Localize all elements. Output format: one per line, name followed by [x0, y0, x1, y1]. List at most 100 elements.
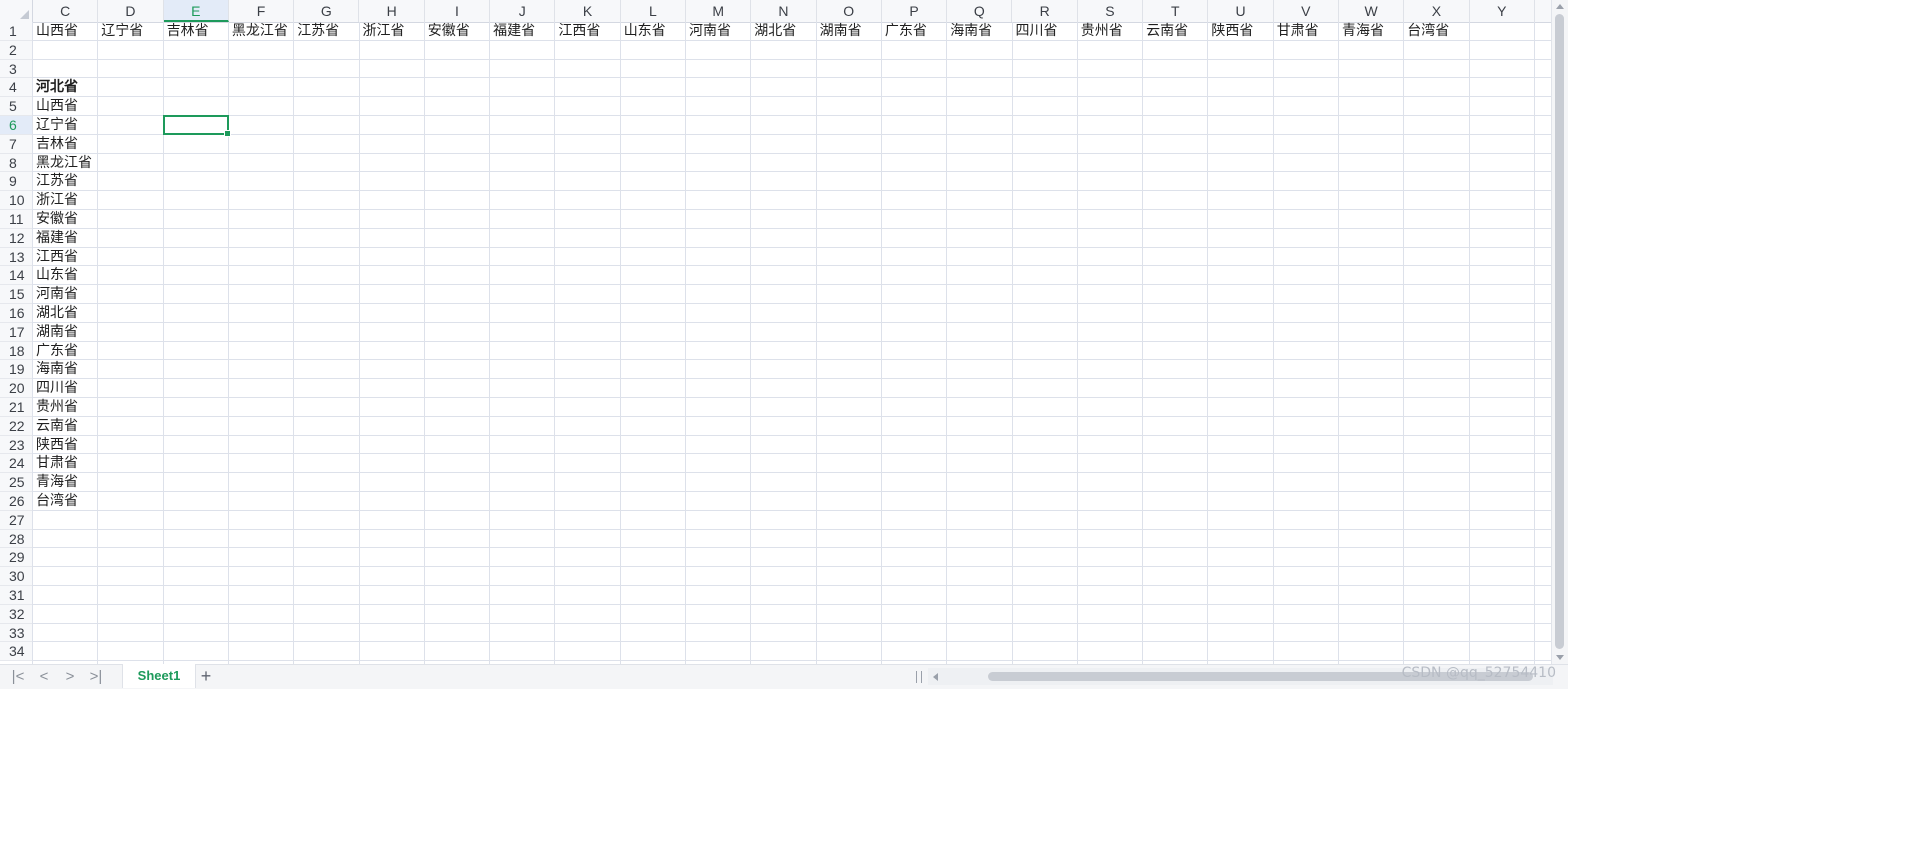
cell-C20[interactable]: 四川省: [33, 379, 78, 398]
row-header-34[interactable]: 34: [0, 642, 33, 662]
select-all-corner[interactable]: [0, 0, 33, 22]
column-header-Y[interactable]: Y: [1470, 0, 1535, 22]
column-header-V[interactable]: V: [1274, 0, 1339, 22]
row-header-2[interactable]: 2: [0, 40, 33, 60]
cell-C7[interactable]: 吉林省: [33, 135, 78, 154]
cell-C18[interactable]: 广东省: [33, 342, 78, 361]
cell-X1[interactable]: 台湾省: [1404, 22, 1449, 41]
column-header-F[interactable]: F: [229, 0, 295, 22]
row-header-7[interactable]: 7: [0, 134, 33, 154]
cell-C26[interactable]: 台湾省: [33, 492, 78, 511]
cell-C16[interactable]: 湖北省: [33, 304, 78, 323]
row-header-33[interactable]: 33: [0, 623, 33, 643]
scroll-left-icon[interactable]: [933, 673, 938, 681]
row-header-3[interactable]: 3: [0, 59, 33, 79]
cell-C21[interactable]: 贵州省: [33, 398, 78, 417]
column-header-D[interactable]: D: [98, 0, 164, 22]
column-header-I[interactable]: I: [425, 0, 491, 22]
sheet-tab-sheet1[interactable]: Sheet1: [122, 664, 196, 688]
row-header-19[interactable]: 19: [0, 360, 33, 380]
row-header-9[interactable]: 9: [0, 172, 33, 192]
cell-C5[interactable]: 山西省: [33, 97, 78, 116]
cell-C15[interactable]: 河南省: [33, 285, 78, 304]
row-header-12[interactable]: 12: [0, 228, 33, 248]
row-header-32[interactable]: 32: [0, 604, 33, 624]
column-header-W[interactable]: W: [1339, 0, 1405, 22]
row-header-31[interactable]: 31: [0, 586, 33, 605]
row-header-26[interactable]: 26: [0, 492, 33, 511]
cell-C23[interactable]: 陕西省: [33, 436, 78, 455]
cell-R1[interactable]: 四川省: [1013, 22, 1058, 41]
row-header-22[interactable]: 22: [0, 416, 33, 436]
column-header-S[interactable]: S: [1078, 0, 1144, 22]
cell-U1[interactable]: 陕西省: [1208, 22, 1253, 41]
row-header-30[interactable]: 30: [0, 567, 33, 586]
row-header-17[interactable]: 17: [0, 322, 33, 342]
column-header-H[interactable]: H: [360, 0, 425, 22]
column-header-G[interactable]: G: [294, 0, 360, 22]
cell-V1[interactable]: 甘肃省: [1274, 22, 1319, 41]
column-header-C[interactable]: C: [33, 0, 99, 22]
cell-N1[interactable]: 湖北省: [751, 22, 796, 41]
last-sheet-icon[interactable]: >|: [86, 668, 106, 686]
cell-L1[interactable]: 山东省: [621, 22, 666, 41]
column-header-M[interactable]: M: [686, 0, 752, 22]
cell-J1[interactable]: 福建省: [490, 22, 535, 41]
cell-H1[interactable]: 浙江省: [360, 22, 405, 41]
cell-S1[interactable]: 贵州省: [1078, 22, 1123, 41]
cell-M1[interactable]: 河南省: [686, 22, 731, 41]
row-header-18[interactable]: 18: [0, 341, 33, 361]
row-header-14[interactable]: 14: [0, 266, 33, 286]
column-header-P[interactable]: P: [882, 0, 948, 22]
cell-C8[interactable]: 黑龙江省: [33, 154, 92, 173]
cell-C9[interactable]: 江苏省: [33, 172, 78, 191]
column-header-T[interactable]: T: [1143, 0, 1209, 22]
scroll-down-icon[interactable]: [1556, 655, 1564, 660]
column-header-R[interactable]: R: [1013, 0, 1078, 22]
cell-C11[interactable]: 安徽省: [33, 210, 78, 229]
column-header-Q[interactable]: Q: [947, 0, 1013, 22]
next-sheet-icon[interactable]: >: [60, 668, 80, 686]
row-header-15[interactable]: 15: [0, 285, 33, 304]
row-header-29[interactable]: 29: [0, 548, 33, 568]
cell-C13[interactable]: 江西省: [33, 248, 78, 267]
row-header-23[interactable]: 23: [0, 435, 33, 455]
cell-C24[interactable]: 甘肃省: [33, 454, 78, 473]
cell-F1[interactable]: 黑龙江省: [229, 22, 288, 41]
column-header-L[interactable]: L: [621, 0, 686, 22]
cell-Q1[interactable]: 海南省: [947, 22, 992, 41]
cell-W1[interactable]: 青海省: [1339, 22, 1384, 41]
cell-C4[interactable]: 河北省: [33, 78, 78, 97]
row-header-27[interactable]: 27: [0, 510, 33, 530]
cell-G1[interactable]: 江苏省: [294, 22, 339, 41]
cell-C12[interactable]: 福建省: [33, 229, 78, 248]
row-header-4[interactable]: 4: [0, 78, 33, 98]
cell-C1[interactable]: 山西省: [33, 22, 78, 41]
row-header-20[interactable]: 20: [0, 379, 33, 398]
cell-C6[interactable]: 辽宁省: [33, 116, 78, 135]
row-header-16[interactable]: 16: [0, 304, 33, 323]
selected-cell-E6[interactable]: [162, 115, 232, 137]
column-header-N[interactable]: N: [751, 0, 817, 22]
cell-C14[interactable]: 山东省: [33, 266, 78, 285]
cell-K1[interactable]: 江西省: [555, 22, 600, 41]
row-header-1[interactable]: 1: [0, 22, 33, 41]
row-header-10[interactable]: 10: [0, 191, 33, 210]
cell-I1[interactable]: 安徽省: [425, 22, 470, 41]
column-header-K[interactable]: K: [555, 0, 621, 22]
prev-sheet-icon[interactable]: <: [34, 668, 54, 686]
cell-C22[interactable]: 云南省: [33, 417, 78, 436]
first-sheet-icon[interactable]: |<: [8, 668, 28, 686]
cell-D1[interactable]: 辽宁省: [98, 22, 143, 41]
row-header-11[interactable]: 11: [0, 210, 33, 229]
cell-P1[interactable]: 广东省: [882, 22, 927, 41]
column-header-E[interactable]: E: [163, 0, 229, 22]
column-header-X[interactable]: X: [1404, 0, 1470, 22]
cell-C19[interactable]: 海南省: [33, 360, 78, 379]
row-header-24[interactable]: 24: [0, 454, 33, 474]
scroll-up-icon[interactable]: [1556, 4, 1564, 9]
row-header-6[interactable]: 6: [0, 116, 33, 135]
cell-C17[interactable]: 湖南省: [33, 323, 78, 342]
vertical-scroll-thumb[interactable]: [1555, 14, 1564, 649]
spreadsheet-grid[interactable]: CDEFGHIJKLMNOPQRSTUVWXY 1 2 3 4 5 6 7 8 9 10 11 12 1…: [0, 0, 1568, 664]
